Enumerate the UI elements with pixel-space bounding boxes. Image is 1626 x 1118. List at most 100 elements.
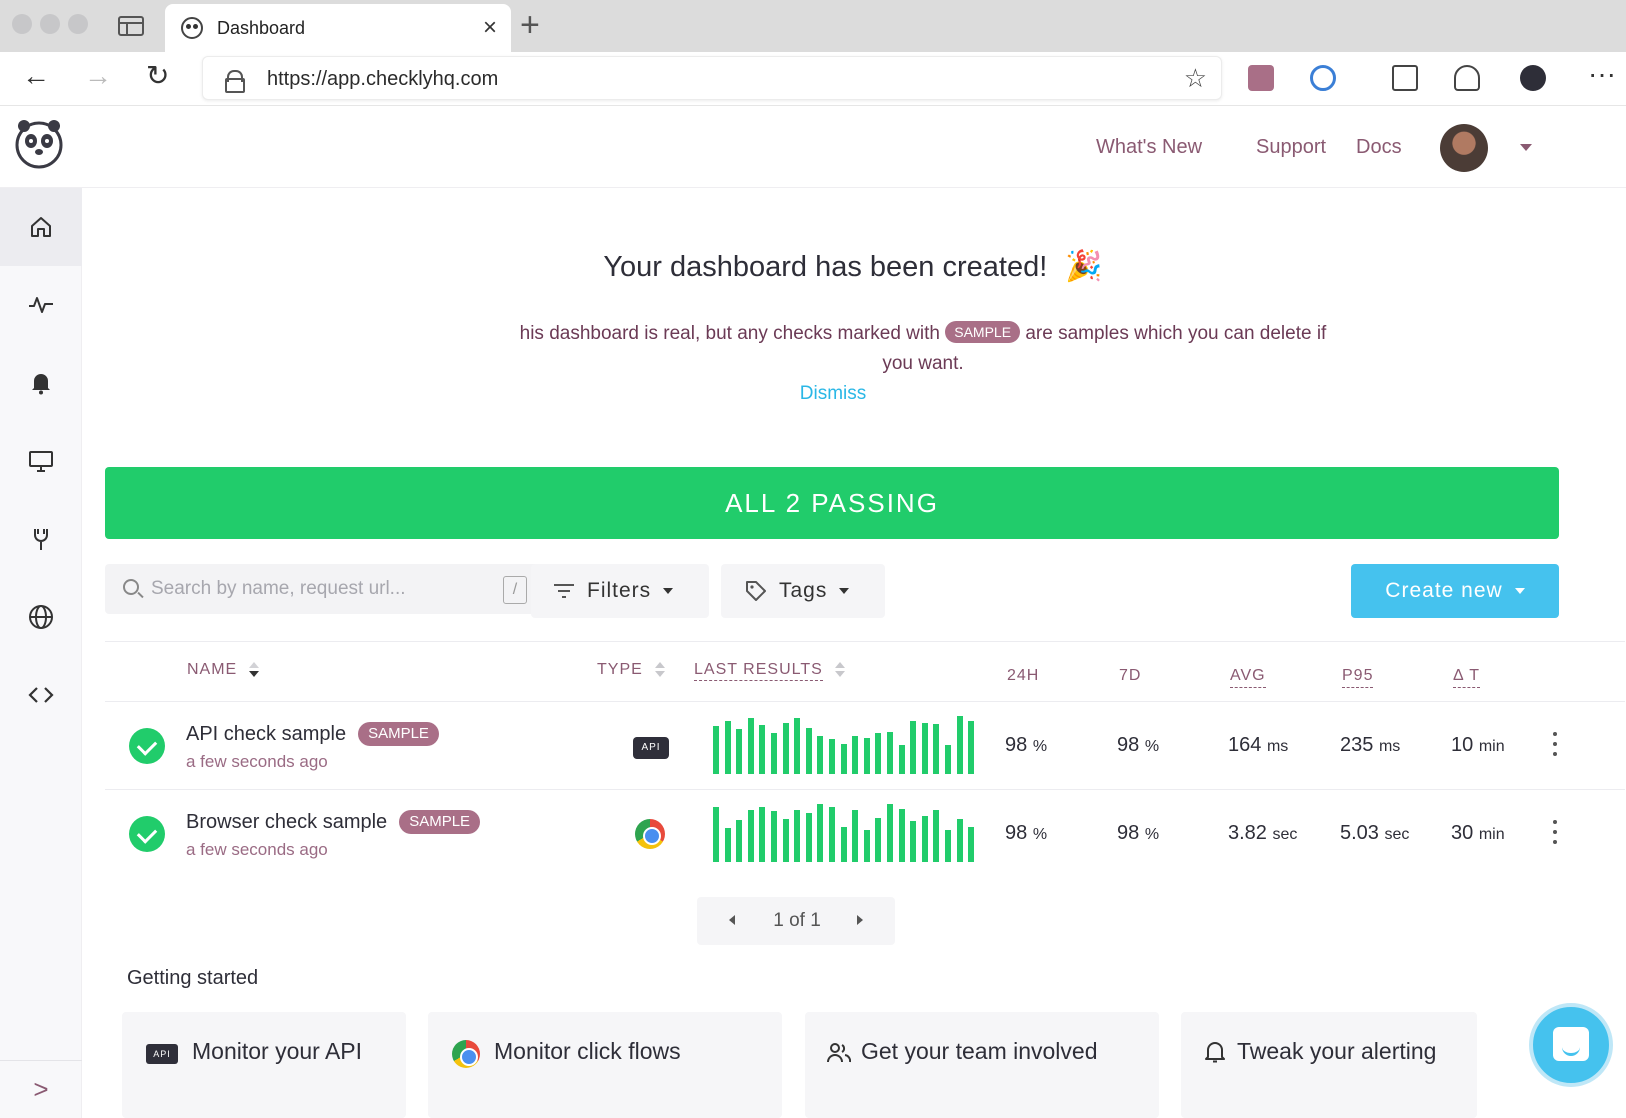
result-bar[interactable] — [956, 819, 963, 862]
last-results-bars[interactable] — [713, 716, 979, 774]
chat-support-button[interactable] — [1529, 1003, 1613, 1087]
sidebar-item-code[interactable] — [0, 656, 82, 734]
support-link[interactable]: Support — [1256, 136, 1326, 159]
result-bar[interactable] — [945, 745, 951, 774]
result-bar[interactable] — [910, 721, 917, 774]
getting-started-card-api[interactable]: API Monitor your API — [122, 1012, 406, 1118]
checkly-logo-icon[interactable] — [12, 116, 66, 170]
collections-icon[interactable] — [1392, 65, 1418, 91]
window-minimize-button[interactable] — [40, 14, 60, 34]
filters-button[interactable]: Filters — [531, 564, 709, 618]
reload-icon[interactable]: ↻ — [146, 62, 169, 90]
result-bar[interactable] — [898, 745, 905, 774]
result-bar[interactable] — [805, 813, 812, 862]
result-bar[interactable] — [794, 810, 801, 862]
result-bar[interactable] — [794, 718, 801, 774]
result-bar[interactable] — [759, 725, 766, 774]
back-icon[interactable]: ← — [22, 62, 50, 90]
sidebar-item-home[interactable] — [0, 188, 82, 266]
browser-tab-dashboard[interactable]: Dashboard × — [165, 4, 511, 52]
result-bar[interactable] — [817, 804, 824, 862]
address-bar[interactable]: https://app.checklyhq.com ☆ — [202, 56, 1222, 100]
result-bar[interactable] — [968, 721, 975, 774]
extension-icon[interactable] — [1248, 65, 1274, 91]
column-header-name[interactable]: NAME — [187, 661, 260, 679]
result-bar[interactable] — [956, 716, 963, 774]
avatar[interactable] — [1440, 124, 1488, 172]
check-name[interactable]: API check sample SAMPLE — [186, 722, 439, 746]
search-box[interactable]: / — [105, 564, 539, 614]
result-bar[interactable] — [921, 816, 928, 862]
tab-close-icon[interactable]: × — [483, 14, 497, 42]
getting-started-card-team[interactable]: Get your team involved — [805, 1012, 1159, 1118]
forward-icon[interactable]: → — [84, 62, 112, 90]
result-bar[interactable] — [736, 729, 743, 774]
whats-new-link[interactable]: What's New — [1096, 136, 1202, 159]
getting-started-card-browser[interactable]: Monitor click flows — [428, 1012, 782, 1118]
more-menu-icon[interactable]: ··· — [1588, 60, 1616, 88]
result-bar[interactable] — [863, 738, 870, 774]
column-header-delta-t[interactable]: Δ T — [1453, 667, 1481, 688]
result-bar[interactable] — [759, 807, 766, 862]
last-results-bars[interactable] — [713, 804, 979, 862]
result-bar[interactable] — [782, 723, 789, 774]
result-bar[interactable] — [945, 830, 951, 862]
result-bar[interactable] — [724, 721, 731, 774]
sidebar-item-checks[interactable] — [0, 266, 82, 344]
sidebar-item-alerts[interactable] — [0, 344, 82, 422]
result-bar[interactable] — [747, 718, 754, 774]
row-menu-icon[interactable] — [1553, 820, 1557, 846]
sidebar-item-dashboards[interactable] — [0, 422, 82, 500]
next-page-icon[interactable] — [857, 915, 863, 925]
check-name[interactable]: Browser check sample SAMPLE — [186, 810, 481, 834]
profile-icon[interactable] — [1520, 65, 1546, 91]
result-bar[interactable] — [910, 821, 917, 862]
result-bar[interactable] — [771, 811, 777, 862]
favorite-star-icon[interactable]: ☆ — [1184, 63, 1207, 94]
result-bar[interactable] — [713, 807, 719, 862]
result-bar[interactable] — [933, 810, 940, 862]
account-dropdown-caret-icon[interactable] — [1520, 144, 1532, 151]
table-row[interactable]: Browser check sample SAMPLE a few seconds… — [105, 789, 1625, 877]
sidebar-expand-icon[interactable]: > — [0, 1060, 82, 1118]
result-bar[interactable] — [840, 744, 847, 774]
create-new-button[interactable]: Create new — [1351, 564, 1559, 618]
getting-started-card-alerting[interactable]: Tweak your alerting — [1181, 1012, 1477, 1118]
sidebar-item-locations[interactable] — [0, 578, 82, 656]
result-bar[interactable] — [898, 809, 905, 862]
new-tab-button[interactable]: + — [520, 6, 540, 45]
tags-button[interactable]: Tags — [721, 564, 885, 618]
result-bar[interactable] — [782, 819, 789, 862]
password-manager-icon[interactable] — [1310, 65, 1336, 91]
column-header-type[interactable]: TYPE — [597, 661, 665, 679]
dismiss-link[interactable]: Dismiss — [83, 383, 1583, 405]
docs-link[interactable]: Docs — [1356, 136, 1402, 159]
result-bar[interactable] — [724, 828, 731, 862]
result-bar[interactable] — [875, 733, 882, 774]
result-bar[interactable] — [852, 736, 859, 774]
result-bar[interactable] — [863, 830, 870, 862]
result-bar[interactable] — [875, 818, 882, 862]
result-bar[interactable] — [771, 733, 777, 774]
row-menu-icon[interactable] — [1553, 732, 1557, 758]
feedback-icon[interactable] — [1454, 65, 1480, 91]
tab-actions-icon[interactable] — [118, 16, 144, 36]
result-bar[interactable] — [921, 723, 928, 774]
window-close-button[interactable] — [12, 14, 32, 34]
result-bar[interactable] — [887, 732, 893, 774]
search-input[interactable] — [151, 574, 481, 604]
result-bar[interactable] — [968, 827, 975, 862]
result-bar[interactable] — [840, 827, 847, 862]
result-bar[interactable] — [817, 736, 824, 774]
result-bar[interactable] — [805, 728, 812, 774]
result-bar[interactable] — [713, 726, 719, 774]
previous-page-icon[interactable] — [729, 915, 735, 925]
sidebar-item-maintenance[interactable] — [0, 500, 82, 578]
result-bar[interactable] — [736, 820, 743, 862]
table-row[interactable]: API check sample SAMPLE a few seconds ago… — [105, 701, 1625, 789]
window-zoom-button[interactable] — [68, 14, 88, 34]
result-bar[interactable] — [747, 810, 754, 862]
result-bar[interactable] — [829, 739, 835, 774]
result-bar[interactable] — [829, 807, 835, 862]
result-bar[interactable] — [852, 810, 859, 862]
